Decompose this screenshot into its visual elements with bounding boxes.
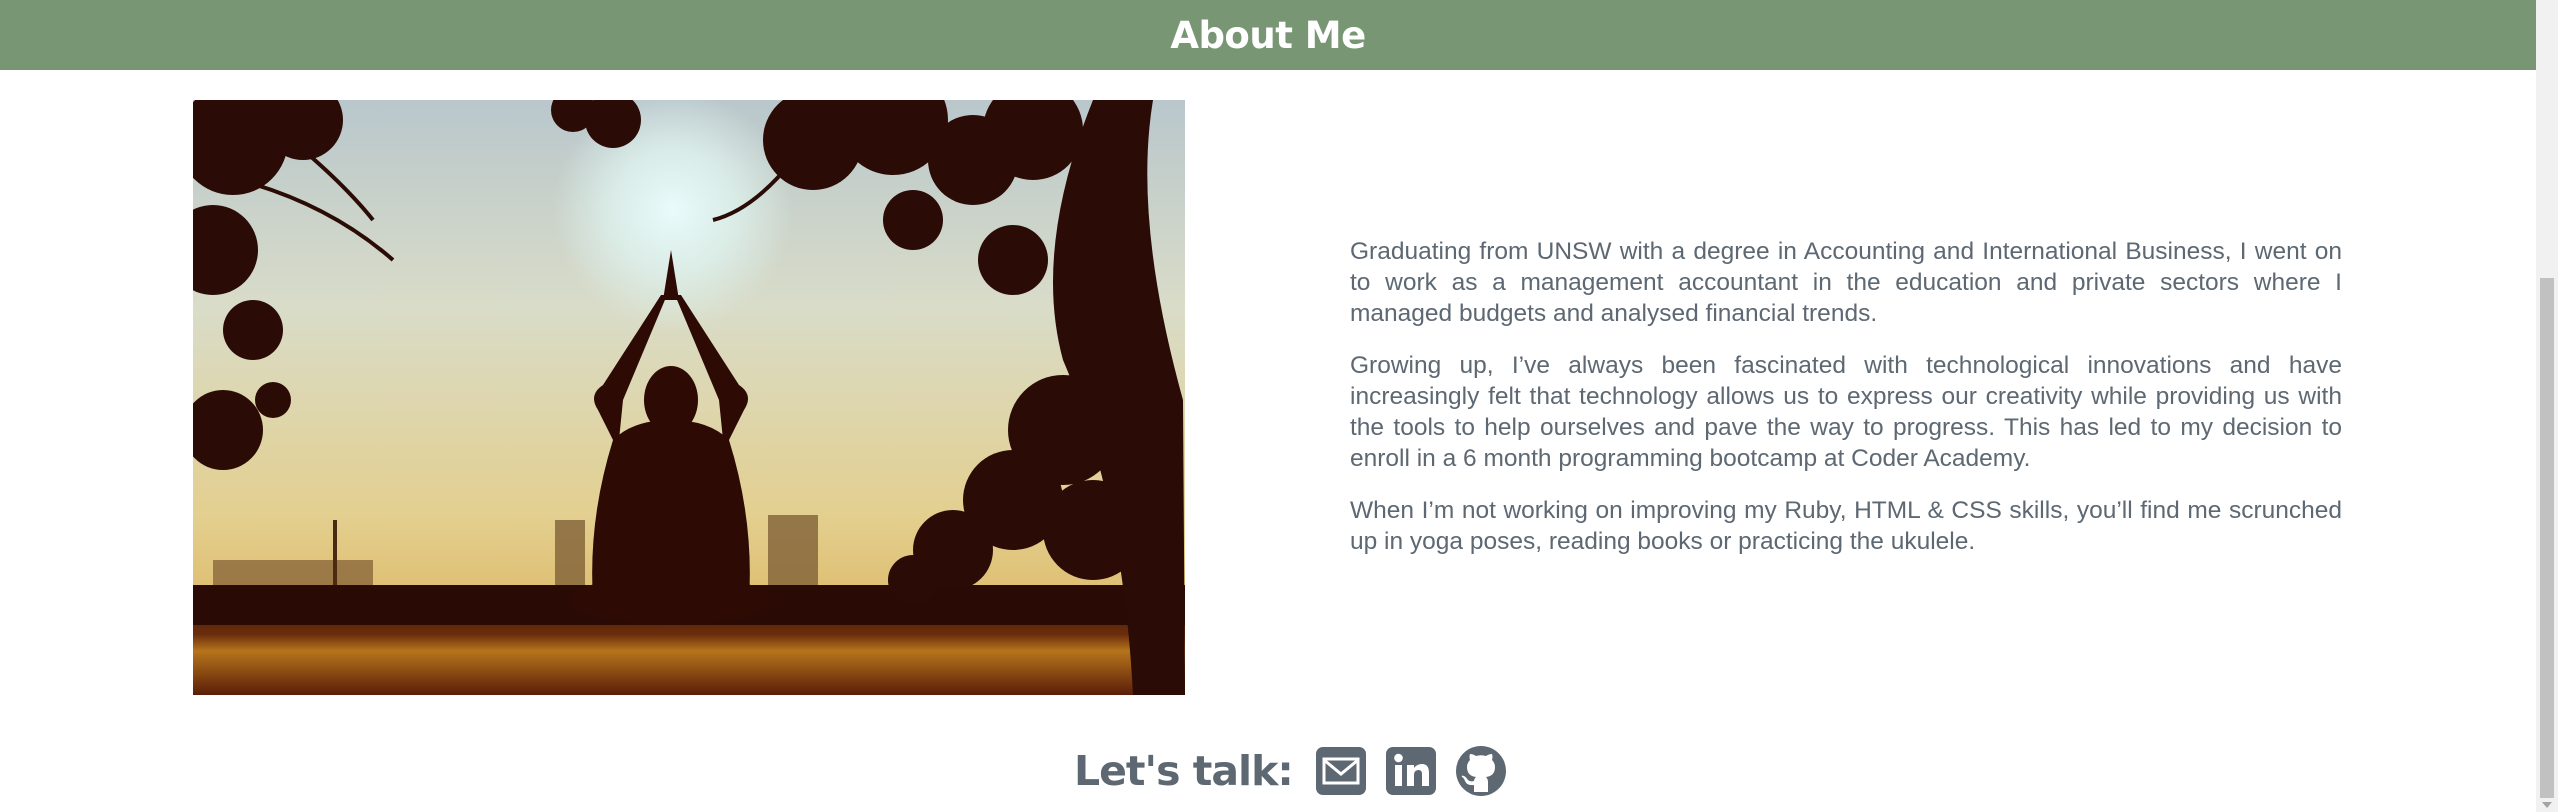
github-icon xyxy=(1455,746,1506,796)
yoga-silhouette-photo xyxy=(193,100,1185,695)
linkedin-link[interactable] xyxy=(1385,745,1437,797)
linkedin-icon xyxy=(1385,747,1436,795)
contact-bar: Let's talk: xyxy=(1074,740,1507,802)
bio-paragraph-education: Graduating from UNSW with a degree in Ac… xyxy=(1350,238,2342,327)
bio-paragraph-hobbies: When I’m not working on improving my Rub… xyxy=(1350,497,2342,555)
github-link[interactable] xyxy=(1455,745,1507,797)
scrollbar-thumb[interactable] xyxy=(2540,278,2554,798)
bio-text: Graduating from UNSW with a degree in Ac… xyxy=(1350,236,2342,578)
bio-paragraph-technology: Growing up, I’ve always been fascinated … xyxy=(1350,352,2342,472)
envelope-icon xyxy=(1315,747,1366,795)
lets-talk-label: Let's talk: xyxy=(1074,747,1294,795)
page-title: About Me xyxy=(1170,13,1366,57)
about-me-banner: About Me xyxy=(0,0,2536,70)
page-scrollbar[interactable] xyxy=(2536,0,2558,812)
yoga-photo-graphic xyxy=(193,100,1185,695)
email-link[interactable] xyxy=(1315,745,1367,797)
scroll-down-arrow-icon[interactable] xyxy=(2542,802,2552,808)
